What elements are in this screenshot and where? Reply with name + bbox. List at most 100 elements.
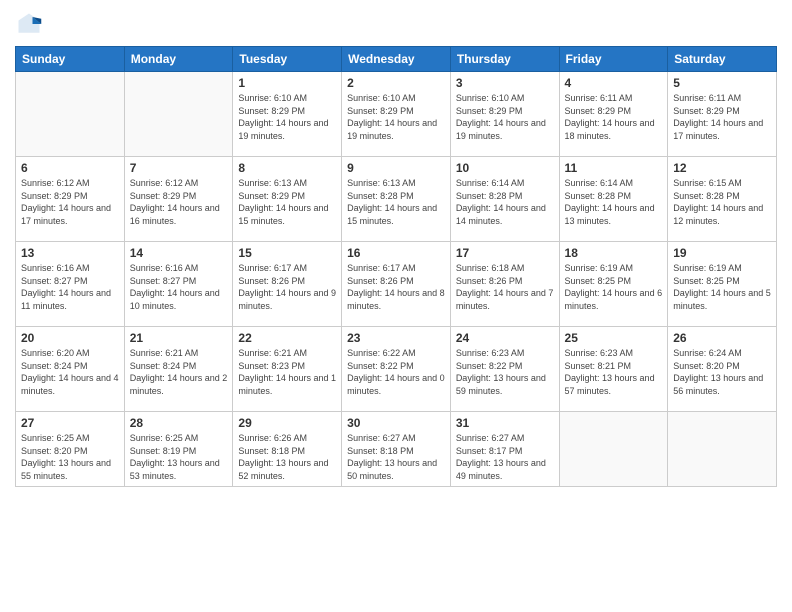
- day-number: 11: [565, 161, 663, 175]
- day-info: Sunrise: 6:25 AMSunset: 8:19 PMDaylight:…: [130, 432, 228, 482]
- calendar-cell: 26 Sunrise: 6:24 AMSunset: 8:20 PMDayligh…: [668, 327, 777, 412]
- calendar-cell: 3 Sunrise: 6:10 AMSunset: 8:29 PMDaylight…: [450, 72, 559, 157]
- day-number: 8: [238, 161, 336, 175]
- day-info: Sunrise: 6:12 AMSunset: 8:29 PMDaylight:…: [130, 177, 228, 227]
- day-info: Sunrise: 6:11 AMSunset: 8:29 PMDaylight:…: [565, 92, 663, 142]
- day-number: 10: [456, 161, 554, 175]
- day-number: 4: [565, 76, 663, 90]
- day-info: Sunrise: 6:21 AMSunset: 8:24 PMDaylight:…: [130, 347, 228, 397]
- calendar-cell: 10 Sunrise: 6:14 AMSunset: 8:28 PMDayligh…: [450, 157, 559, 242]
- calendar-cell: 21 Sunrise: 6:21 AMSunset: 8:24 PMDayligh…: [124, 327, 233, 412]
- calendar-week-3: 13 Sunrise: 6:16 AMSunset: 8:27 PMDayligh…: [16, 242, 777, 327]
- calendar-cell: 12 Sunrise: 6:15 AMSunset: 8:28 PMDayligh…: [668, 157, 777, 242]
- calendar-cell: 28 Sunrise: 6:25 AMSunset: 8:19 PMDayligh…: [124, 412, 233, 487]
- day-info: Sunrise: 6:17 AMSunset: 8:26 PMDaylight:…: [347, 262, 445, 312]
- day-number: 26: [673, 331, 771, 345]
- calendar-cell: 29 Sunrise: 6:26 AMSunset: 8:18 PMDayligh…: [233, 412, 342, 487]
- day-number: 17: [456, 246, 554, 260]
- day-info: Sunrise: 6:27 AMSunset: 8:17 PMDaylight:…: [456, 432, 554, 482]
- calendar-cell: 18 Sunrise: 6:19 AMSunset: 8:25 PMDayligh…: [559, 242, 668, 327]
- day-info: Sunrise: 6:11 AMSunset: 8:29 PMDaylight:…: [673, 92, 771, 142]
- day-info: Sunrise: 6:12 AMSunset: 8:29 PMDaylight:…: [21, 177, 119, 227]
- header: [15, 10, 777, 38]
- day-info: Sunrise: 6:14 AMSunset: 8:28 PMDaylight:…: [456, 177, 554, 227]
- day-info: Sunrise: 6:16 AMSunset: 8:27 PMDaylight:…: [21, 262, 119, 312]
- weekday-header-saturday: Saturday: [668, 47, 777, 72]
- day-info: Sunrise: 6:25 AMSunset: 8:20 PMDaylight:…: [21, 432, 119, 482]
- calendar-cell: 4 Sunrise: 6:11 AMSunset: 8:29 PMDaylight…: [559, 72, 668, 157]
- calendar: SundayMondayTuesdayWednesdayThursdayFrid…: [15, 46, 777, 487]
- logo: [15, 10, 47, 38]
- calendar-cell: 16 Sunrise: 6:17 AMSunset: 8:26 PMDayligh…: [342, 242, 451, 327]
- day-info: Sunrise: 6:17 AMSunset: 8:26 PMDaylight:…: [238, 262, 336, 312]
- day-info: Sunrise: 6:24 AMSunset: 8:20 PMDaylight:…: [673, 347, 771, 397]
- calendar-cell: 5 Sunrise: 6:11 AMSunset: 8:29 PMDaylight…: [668, 72, 777, 157]
- weekday-header-row: SundayMondayTuesdayWednesdayThursdayFrid…: [16, 47, 777, 72]
- day-info: Sunrise: 6:21 AMSunset: 8:23 PMDaylight:…: [238, 347, 336, 397]
- calendar-cell: 2 Sunrise: 6:10 AMSunset: 8:29 PMDaylight…: [342, 72, 451, 157]
- calendar-week-4: 20Sunrise: 6:20 AMSunset: 8:24 PMDayligh…: [16, 327, 777, 412]
- calendar-cell: 1Sunrise: 6:10 AMSunset: 8:29 PMDaylight…: [233, 72, 342, 157]
- day-number: 9: [347, 161, 445, 175]
- calendar-cell: 13 Sunrise: 6:16 AMSunset: 8:27 PMDayligh…: [16, 242, 125, 327]
- page: SundayMondayTuesdayWednesdayThursdayFrid…: [0, 0, 792, 612]
- day-number: 1: [238, 76, 336, 90]
- day-info: Sunrise: 6:16 AMSunset: 8:27 PMDaylight:…: [130, 262, 228, 312]
- day-number: 19: [673, 246, 771, 260]
- calendar-cell: 23Sunrise: 6:22 AMSunset: 8:22 PMDayligh…: [342, 327, 451, 412]
- day-number: 5: [673, 76, 771, 90]
- day-info: Sunrise: 6:23 AMSunset: 8:21 PMDaylight:…: [565, 347, 663, 397]
- day-number: 27: [21, 416, 119, 430]
- calendar-cell: 30 Sunrise: 6:27 AMSunset: 8:18 PMDayligh…: [342, 412, 451, 487]
- day-number: 3: [456, 76, 554, 90]
- day-info: Sunrise: 6:10 AMSunset: 8:29 PMDaylight:…: [347, 92, 445, 142]
- day-number: 30: [347, 416, 445, 430]
- calendar-cell: [559, 412, 668, 487]
- day-number: 18: [565, 246, 663, 260]
- calendar-week-2: 6 Sunrise: 6:12 AMSunset: 8:29 PMDaylight…: [16, 157, 777, 242]
- day-info: Sunrise: 6:26 AMSunset: 8:18 PMDaylight:…: [238, 432, 336, 482]
- calendar-cell: 8 Sunrise: 6:13 AMSunset: 8:29 PMDaylight…: [233, 157, 342, 242]
- day-number: 22: [238, 331, 336, 345]
- day-number: 21: [130, 331, 228, 345]
- day-number: 2: [347, 76, 445, 90]
- calendar-cell: 20Sunrise: 6:20 AMSunset: 8:24 PMDayligh…: [16, 327, 125, 412]
- day-number: 24: [456, 331, 554, 345]
- weekday-header-friday: Friday: [559, 47, 668, 72]
- weekday-header-thursday: Thursday: [450, 47, 559, 72]
- day-number: 16: [347, 246, 445, 260]
- calendar-cell: 7Sunrise: 6:12 AMSunset: 8:29 PMDaylight…: [124, 157, 233, 242]
- calendar-cell: 31 Sunrise: 6:27 AMSunset: 8:17 PMDayligh…: [450, 412, 559, 487]
- day-info: Sunrise: 6:20 AMSunset: 8:24 PMDaylight:…: [21, 347, 119, 397]
- day-info: Sunrise: 6:15 AMSunset: 8:28 PMDaylight:…: [673, 177, 771, 227]
- day-number: 6: [21, 161, 119, 175]
- weekday-header-tuesday: Tuesday: [233, 47, 342, 72]
- weekday-header-wednesday: Wednesday: [342, 47, 451, 72]
- day-number: 28: [130, 416, 228, 430]
- day-info: Sunrise: 6:19 AMSunset: 8:25 PMDaylight:…: [565, 262, 663, 312]
- calendar-cell: 15Sunrise: 6:17 AMSunset: 8:26 PMDayligh…: [233, 242, 342, 327]
- calendar-cell: 14 Sunrise: 6:16 AMSunset: 8:27 PMDayligh…: [124, 242, 233, 327]
- day-info: Sunrise: 6:19 AMSunset: 8:25 PMDaylight:…: [673, 262, 771, 312]
- logo-icon: [15, 10, 43, 38]
- calendar-cell: 24 Sunrise: 6:23 AMSunset: 8:22 PMDayligh…: [450, 327, 559, 412]
- day-number: 13: [21, 246, 119, 260]
- day-number: 29: [238, 416, 336, 430]
- weekday-header-monday: Monday: [124, 47, 233, 72]
- calendar-cell: 6 Sunrise: 6:12 AMSunset: 8:29 PMDaylight…: [16, 157, 125, 242]
- day-number: 31: [456, 416, 554, 430]
- day-number: 14: [130, 246, 228, 260]
- day-number: 25: [565, 331, 663, 345]
- calendar-cell: [668, 412, 777, 487]
- day-info: Sunrise: 6:13 AMSunset: 8:29 PMDaylight:…: [238, 177, 336, 227]
- calendar-cell: 25 Sunrise: 6:23 AMSunset: 8:21 PMDayligh…: [559, 327, 668, 412]
- calendar-cell: [16, 72, 125, 157]
- calendar-cell: 22 Sunrise: 6:21 AMSunset: 8:23 PMDayligh…: [233, 327, 342, 412]
- calendar-cell: 27 Sunrise: 6:25 AMSunset: 8:20 PMDayligh…: [16, 412, 125, 487]
- day-info: Sunrise: 6:27 AMSunset: 8:18 PMDaylight:…: [347, 432, 445, 482]
- day-info: Sunrise: 6:23 AMSunset: 8:22 PMDaylight:…: [456, 347, 554, 397]
- day-number: 12: [673, 161, 771, 175]
- day-info: Sunrise: 6:10 AMSunset: 8:29 PMDaylight:…: [456, 92, 554, 142]
- day-number: 23: [347, 331, 445, 345]
- day-info: Sunrise: 6:14 AMSunset: 8:28 PMDaylight:…: [565, 177, 663, 227]
